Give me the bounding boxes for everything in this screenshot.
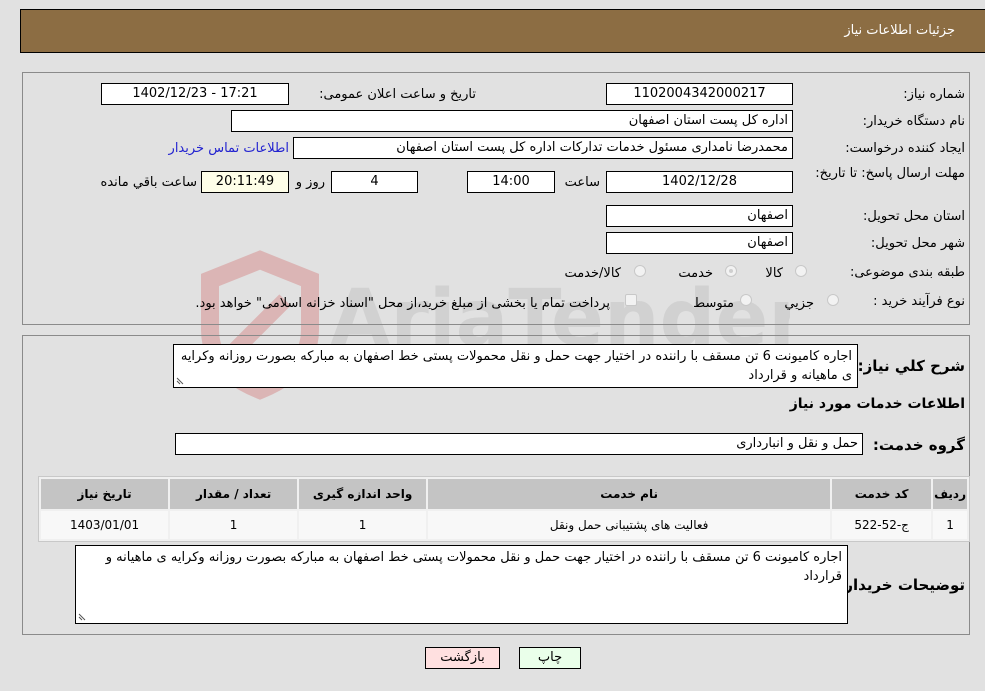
province-label: استان محل تحویل:: [863, 209, 965, 224]
province-field: اصفهان: [606, 205, 793, 227]
city-label: شهر محل تحویل:: [870, 236, 965, 251]
need-number-field: 1102004342000217: [606, 83, 793, 105]
process-radio-medium[interactable]: [740, 294, 752, 306]
summary-label: شرح کلي نياز:: [857, 357, 965, 375]
col-quantity: تعداد / مقدار: [170, 479, 298, 509]
deadline-time-label: ساعت: [564, 175, 600, 190]
page-title: جزئیات اطلاعات نیاز: [844, 23, 955, 38]
treasury-checkbox[interactable]: [625, 294, 637, 306]
deadline-date-field: 1402/12/28: [606, 171, 793, 193]
buyer-notes-label: توضیحات خریدار:: [838, 576, 965, 594]
buyer-notes-text: اجاره کامیونت 6 تن مسقف با راننده در اخت…: [105, 550, 842, 584]
cell-unit: 1: [299, 511, 427, 539]
process-option-minor: جزيي: [784, 296, 814, 311]
col-service-name: نام خدمت: [428, 479, 831, 509]
process-option-medium: متوسط: [693, 296, 734, 311]
requester-label: ایجاد کننده درخواست:: [845, 141, 965, 156]
cell-quantity: 1: [170, 511, 298, 539]
buyer-org-field: اداره کل پست استان اصفهان: [231, 110, 793, 132]
category-option-service: خدمت: [678, 266, 713, 281]
deadline-label: مهلت ارسال پاسخ: تا تاریخ:: [815, 166, 965, 181]
back-button[interactable]: بازگشت: [425, 647, 500, 669]
service-group-field: حمل و نقل و انبارداری: [175, 433, 863, 455]
resize-handle-icon[interactable]: [78, 611, 88, 621]
col-unit: واحد اندازه گیری: [299, 479, 427, 509]
buyer-contact-link[interactable]: اطلاعات تماس خریدار: [169, 141, 289, 156]
announce-datetime-field: 1402/12/23 - 17:21: [101, 83, 289, 105]
summary-textarea[interactable]: اجاره کامیونت 6 تن مسقف با راننده در اخت…: [173, 344, 858, 388]
process-radio-minor[interactable]: [827, 294, 839, 306]
announce-datetime-label: تاریخ و ساعت اعلان عمومی:: [319, 87, 476, 102]
category-radio-service[interactable]: [725, 265, 737, 277]
table-header-row: ردیف کد خدمت نام خدمت واحد اندازه گیری ت…: [41, 479, 967, 509]
treasury-note: پرداخت تمام یا بخشی از مبلغ خرید،از محل …: [195, 296, 610, 311]
services-section-title: اطلاعات خدمات مورد نیاز: [789, 396, 965, 412]
buyer-org-label: نام دستگاه خریدار:: [862, 114, 965, 129]
remaining-time-label: ساعت باقي مانده: [100, 175, 197, 190]
category-radio-goods-service[interactable]: [634, 265, 646, 277]
cell-service-code: ج-52-522: [832, 511, 932, 539]
col-row: ردیف: [933, 479, 967, 509]
page-header: جزئیات اطلاعات نیاز: [20, 9, 985, 53]
print-button[interactable]: چاپ: [519, 647, 581, 669]
city-field: اصفهان: [606, 232, 793, 254]
resize-handle-icon[interactable]: [176, 375, 186, 385]
category-radio-goods[interactable]: [795, 265, 807, 277]
cell-row: 1: [933, 511, 967, 539]
table-row: 1 ج-52-522 فعالیت های پشتیبانی حمل ونقل …: [41, 511, 967, 539]
category-option-goods: کالا: [765, 266, 783, 281]
remaining-time-field: 20:11:49: [201, 171, 289, 193]
cell-service-name: فعالیت های پشتیبانی حمل ونقل: [428, 511, 831, 539]
summary-text: اجاره کامیونت 6 تن مسقف با راننده در اخت…: [180, 349, 852, 383]
category-option-goods-service: کالا/خدمت: [564, 266, 621, 281]
services-table: ردیف کد خدمت نام خدمت واحد اندازه گیری ت…: [39, 477, 969, 541]
col-service-code: کد خدمت: [832, 479, 932, 509]
cell-need-date: 1403/01/01: [41, 511, 169, 539]
buyer-notes-textarea[interactable]: اجاره کامیونت 6 تن مسقف با راننده در اخت…: [75, 545, 848, 624]
purchase-process-label: نوع فرآیند خرید :: [873, 294, 965, 309]
service-group-label: گروه خدمت:: [872, 436, 965, 454]
requester-field: محمدرضا نامداری مسئول خدمات تدارکات ادار…: [293, 137, 793, 159]
remaining-days-field: 4: [331, 171, 418, 193]
col-need-date: تاریخ نیاز: [41, 479, 169, 509]
deadline-time-field: 14:00: [467, 171, 555, 193]
days-label: روز و: [295, 175, 325, 190]
category-label: طبقه بندی موضوعی:: [849, 265, 965, 280]
need-number-label: شماره نیاز:: [903, 87, 965, 102]
services-table-wrapper: ردیف کد خدمت نام خدمت واحد اندازه گیری ت…: [38, 476, 970, 542]
